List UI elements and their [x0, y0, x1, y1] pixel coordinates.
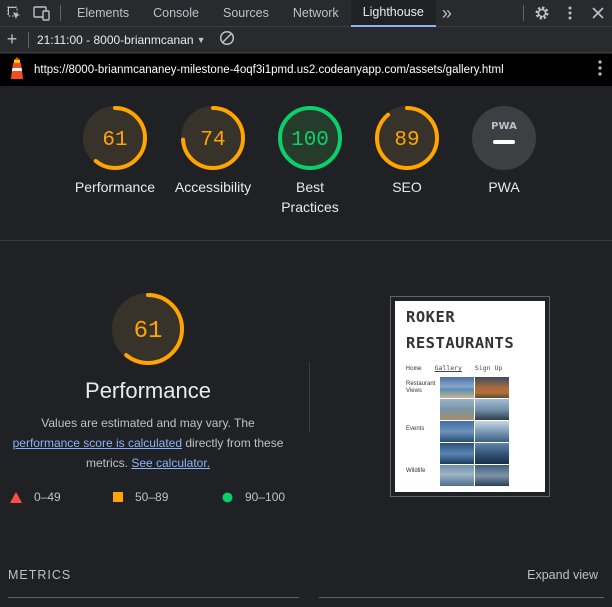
performance-description: Values are estimated and may vary. The p…	[0, 413, 296, 473]
square-icon	[113, 492, 123, 502]
tab-lighthouse[interactable]: Lighthouse	[350, 0, 436, 27]
circle-icon	[222, 492, 233, 502]
gauge-seo[interactable]: 89 SEO	[357, 105, 457, 197]
pwa-badge-icon: PWA	[472, 106, 536, 170]
thumb-photo	[475, 443, 509, 464]
metrics-divider-right	[319, 597, 604, 598]
thumb-title-line2: RESTAURANTS	[406, 334, 515, 352]
thumb-photo	[475, 377, 509, 398]
seo-score: 89	[394, 129, 419, 152]
pwa-badge-text: PWA	[491, 121, 517, 132]
close-icon[interactable]	[584, 0, 612, 27]
thumb-nav: Home Gallery Sign Up	[406, 364, 511, 372]
gauge-best-practices[interactable]: 100 Best Practices	[260, 105, 360, 217]
performance-score: 61	[102, 129, 127, 152]
kebab-menu-icon[interactable]	[556, 0, 584, 27]
lighthouse-report-bar: + 21:11:00 - 8000-brianmcanan ▼	[0, 27, 612, 53]
thumb-photo	[440, 421, 474, 442]
vertical-separator	[309, 362, 310, 432]
best-practices-score: 100	[291, 129, 329, 152]
gauge-seo-label: SEO	[392, 179, 422, 195]
desc-text-1: Values are estimated and may vary. The	[41, 416, 255, 430]
accessibility-gauge-ring: 74	[181, 106, 245, 170]
thumb-photo	[475, 421, 509, 442]
inspect-element-icon[interactable]	[0, 0, 28, 27]
devtools-tabbar: Elements Console Sources Network Lightho…	[0, 0, 612, 27]
performance-large-gauge-ring: 61	[112, 293, 184, 365]
gauge-accessibility-label: Accessibility	[174, 179, 252, 195]
tab-elements[interactable]: Elements	[65, 0, 141, 27]
tab-sources[interactable]: Sources	[211, 0, 281, 27]
gauge-pwa[interactable]: PWA PWA	[454, 105, 554, 197]
thumbnail-page: ROKER RESTAURANTS Home Gallery Sign Up R…	[395, 301, 545, 492]
metrics-heading: METRICS	[8, 568, 72, 582]
thumb-photo	[440, 377, 474, 398]
report-url-bar: https://8000-brianmcananey-milestone-4oq…	[0, 54, 612, 86]
thumb-photo	[440, 443, 474, 464]
performance-large-score: 61	[134, 318, 163, 345]
legend-pass: 90–100	[222, 490, 285, 504]
legend-fail-range: 0–49	[34, 490, 61, 504]
report-selector[interactable]: 21:11:00 - 8000-brianmcanan ▼	[37, 33, 205, 47]
legend-average-range: 50–89	[135, 490, 169, 504]
report-bar-separator	[28, 31, 29, 48]
gauge-pwa-label: PWA	[488, 179, 520, 195]
report-selector-label: 21:11:00 - 8000-brianmcanan	[37, 32, 194, 47]
lighthouse-logo-icon	[8, 56, 26, 85]
thumb-section-views: Restaurant Views	[406, 381, 436, 394]
section-divider	[0, 240, 612, 241]
gauge-accessibility[interactable]: 74 Accessibility	[163, 105, 263, 197]
tab-console[interactable]: Console	[141, 0, 211, 27]
thumb-nav-home: Home	[406, 364, 422, 372]
thumb-photo	[475, 465, 509, 486]
legend-average: 50–89	[113, 490, 168, 504]
thumb-photo	[475, 399, 509, 420]
performance-gauge-ring: 61	[83, 106, 147, 170]
thumb-photo	[440, 399, 474, 420]
triangle-icon	[10, 491, 22, 503]
tabbar-separator	[523, 5, 524, 21]
device-toolbar-icon[interactable]	[28, 0, 56, 27]
thumb-nav-gallery: Gallery	[434, 364, 462, 372]
score-calculated-link[interactable]: performance score is calculated	[13, 436, 182, 450]
gauge-performance[interactable]: 61 Performance	[65, 105, 165, 197]
legend-pass-range: 90–100	[245, 490, 286, 504]
thumb-nav-signup: Sign Up	[474, 364, 503, 372]
seo-gauge-ring: 89	[375, 106, 439, 170]
tabbar-separator	[60, 5, 61, 21]
report-menu-icon[interactable]	[598, 59, 602, 81]
gauge-performance-label: Performance	[74, 179, 156, 195]
chevron-down-icon: ▼	[196, 34, 206, 45]
new-report-button[interactable]: +	[0, 29, 24, 50]
clear-reports-icon[interactable]	[219, 30, 235, 49]
more-tabs-icon[interactable]: »	[436, 0, 458, 27]
report-url: https://8000-brianmcananey-milestone-4oq…	[34, 64, 504, 76]
thumb-title-line1: ROKER	[406, 308, 456, 326]
expand-view-button[interactable]: Expand view	[527, 568, 598, 582]
legend-fail: 0–49	[10, 490, 61, 504]
see-calculator-link[interactable]: See calculator.	[131, 456, 210, 470]
performance-large-gauge: 61	[108, 291, 188, 367]
metrics-divider-left	[8, 597, 299, 598]
performance-title: Performance	[85, 378, 211, 403]
tab-network[interactable]: Network	[281, 0, 351, 27]
thumb-section-wildlife: Wildlife	[406, 468, 426, 474]
gauge-best-practices-label: Best Practices	[281, 179, 339, 215]
gear-icon[interactable]	[528, 0, 556, 27]
best-practices-gauge-ring: 100	[278, 106, 342, 170]
thumb-photo	[440, 465, 474, 486]
accessibility-score: 74	[200, 129, 225, 152]
thumb-section-events: Events	[406, 426, 425, 432]
final-screenshot-thumbnail[interactable]: ROKER RESTAURANTS Home Gallery Sign Up R…	[390, 296, 550, 497]
